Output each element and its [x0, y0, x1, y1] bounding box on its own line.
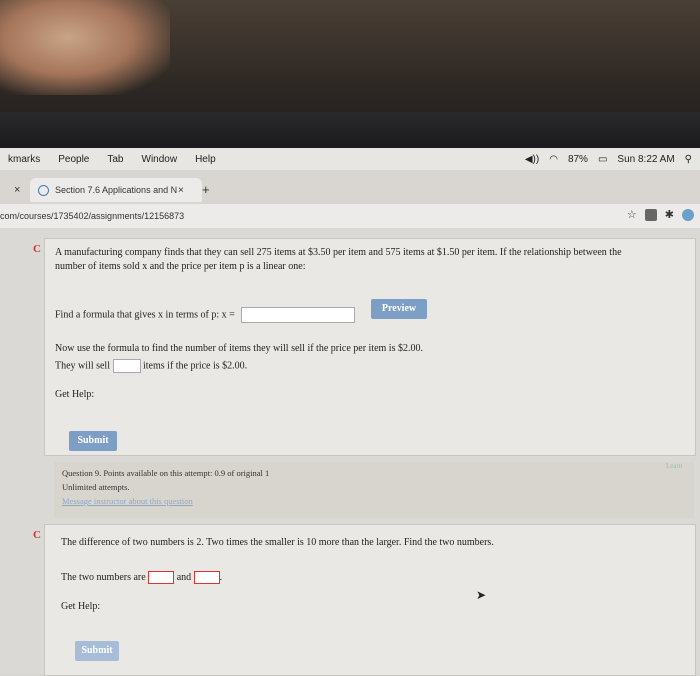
q2-prompt: The difference of two numbers is 2. Two …: [61, 537, 494, 548]
camera-photo-background: [0, 0, 700, 148]
monitor-bezel: [0, 112, 700, 148]
q1-part2-line1: Now use the formula to find the number o…: [55, 343, 423, 354]
url-text[interactable]: com/courses/1735402/assignments/12156873: [0, 211, 184, 221]
message-instructor-link[interactable]: Message instructor about this question: [62, 496, 193, 506]
blurred-hand: [0, 0, 170, 95]
submit-button[interactable]: Submit: [69, 431, 117, 451]
mac-menubar: kmarks People Tab Window Help ◀)) ◠ 87% …: [0, 148, 700, 170]
profile-avatar[interactable]: [682, 208, 694, 221]
q1-intro-line1: A manufacturing company finds that they …: [55, 247, 622, 258]
q1-intro-line2: number of items sold x and the price per…: [55, 261, 306, 272]
tab-title: Section 7.6 Applications and N: [55, 185, 178, 195]
part2-suffix: items if the price is $2.00.: [143, 360, 248, 372]
and-text: and: [176, 571, 192, 583]
reload-icon[interactable]: C: [33, 243, 41, 255]
q2-answer-line: The two numbers are and .: [61, 571, 222, 584]
menubar-status: ◀)) ◠ 87% ▭ Sun 8:22 AM ⚲: [525, 148, 692, 170]
attempts-info: Unlimited attempts.: [62, 482, 130, 492]
mouse-cursor-icon: ➤: [476, 588, 487, 602]
items-sold-input[interactable]: [112, 359, 141, 373]
menu-tab[interactable]: Tab: [107, 154, 123, 165]
menu-bookmarks[interactable]: kmarks: [8, 154, 40, 165]
loading-spinner-icon: [38, 184, 49, 196]
question-card-2: C The difference of two numbers is 2. Tw…: [33, 524, 696, 676]
formula-input[interactable]: [241, 307, 356, 323]
part2-prefix: They will sell: [55, 360, 110, 372]
wifi-icon[interactable]: ◠: [549, 154, 558, 165]
points-info: Question 9. Points available on this att…: [62, 468, 270, 478]
q1-formula-prompt: Find a formula that gives x in terms of …: [55, 307, 356, 323]
new-tab-button[interactable]: +: [202, 182, 210, 197]
spotlight-search-icon[interactable]: ⚲: [685, 154, 692, 165]
tab-section-7-6[interactable]: Section 7.6 Applications and N ×: [30, 178, 202, 202]
question-info-panel: Question 9. Points available on this att…: [54, 462, 694, 518]
learn-label[interactable]: Learn: [666, 462, 682, 470]
submit-button[interactable]: Submit: [75, 641, 119, 661]
q2-get-help: Get Help:: [61, 601, 101, 612]
battery-percent: 87%: [567, 153, 588, 165]
puzzle-icon[interactable]: ✱: [665, 208, 674, 221]
page-content: C A manufacturing company finds that the…: [0, 228, 700, 676]
answer-prefix: The two numbers are: [61, 571, 146, 583]
clock[interactable]: Sun 8:22 AM: [617, 154, 674, 165]
number-one-input[interactable]: [148, 571, 175, 584]
q1-part2-line2: They will sell items if the price is $2.…: [55, 359, 247, 373]
tab-close-icon[interactable]: ×: [178, 185, 184, 196]
browser-tabbar: × Section 7.6 Applications and N × +: [0, 170, 700, 204]
menu-people[interactable]: People: [58, 154, 89, 165]
number-two-input[interactable]: [193, 571, 220, 584]
question-card-1: C A manufacturing company finds that the…: [33, 238, 696, 456]
menu-window[interactable]: Window: [142, 154, 178, 165]
close-icon[interactable]: ×: [14, 184, 20, 196]
reload-icon[interactable]: C: [33, 529, 41, 541]
extension-icon[interactable]: [644, 208, 657, 221]
address-bar: com/courses/1735402/assignments/12156873…: [0, 204, 700, 229]
battery-icon[interactable]: ▭: [598, 154, 607, 165]
menu-help[interactable]: Help: [195, 154, 216, 165]
period-text: .: [219, 571, 223, 583]
q1-get-help: Get Help:: [55, 389, 95, 400]
bookmark-star-icon[interactable]: ☆: [627, 208, 637, 221]
volume-icon[interactable]: ◀)): [525, 154, 539, 165]
toolbar-icons: ☆ ✱: [627, 208, 694, 221]
formula-prompt-text: Find a formula that gives x in terms of …: [55, 309, 235, 321]
preview-button[interactable]: Preview: [371, 299, 427, 319]
